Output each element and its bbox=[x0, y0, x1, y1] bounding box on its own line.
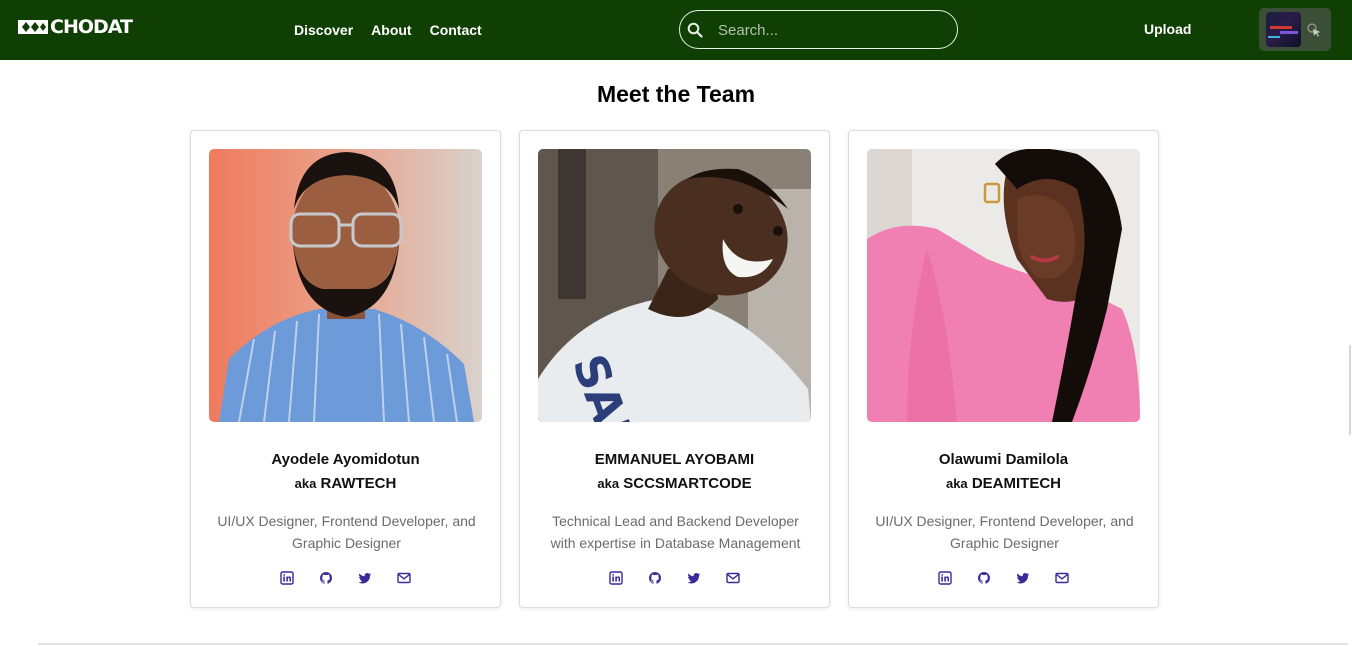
handle-text: SCCSMARTCODE bbox=[623, 475, 752, 492]
team-member-name: EMMANUEL AYOBAMI bbox=[594, 451, 755, 468]
email-icon[interactable] bbox=[1055, 571, 1069, 585]
aka-prefix: aka bbox=[945, 476, 968, 491]
team-member-photo bbox=[867, 149, 1140, 422]
team-member-name: Olawumi Damilola bbox=[938, 451, 1069, 468]
team-member-photo: SAB bbox=[538, 149, 811, 422]
logo-mark-icon bbox=[18, 20, 48, 34]
linkedin-icon[interactable] bbox=[280, 571, 294, 585]
team-member-role: UI/UX Designer, Frontend Developer, and … bbox=[875, 513, 1134, 551]
team-card: Ayodele Ayomidotun aka RAWTECH UI/UX Des… bbox=[190, 130, 501, 608]
brand-logo[interactable]: CHODAT bbox=[18, 14, 133, 40]
top-navbar: CHODAT Discover About Contact Upload bbox=[0, 0, 1352, 60]
team-member-name: Ayodele Ayomidotun bbox=[271, 451, 420, 468]
linkedin-icon[interactable] bbox=[938, 571, 952, 585]
search-bar bbox=[679, 10, 958, 49]
nav-link-about[interactable]: About bbox=[371, 21, 411, 39]
social-links bbox=[191, 571, 500, 585]
aka-prefix: aka bbox=[294, 476, 317, 491]
nav-link-contact[interactable]: Contact bbox=[430, 21, 482, 39]
search-input[interactable] bbox=[718, 18, 943, 42]
email-icon[interactable] bbox=[726, 571, 740, 585]
user-menu[interactable] bbox=[1259, 8, 1331, 51]
cursor-icon bbox=[1307, 23, 1321, 37]
nav-links: Discover About Contact bbox=[294, 21, 500, 39]
github-icon[interactable] bbox=[648, 571, 662, 585]
twitter-icon[interactable] bbox=[687, 571, 701, 585]
team-member-role: Technical Lead and Backend Developer wit… bbox=[550, 513, 801, 551]
aka-prefix: aka bbox=[597, 476, 620, 491]
scrollbar[interactable] bbox=[1349, 345, 1351, 435]
team-member-handle: aka DEAMITECH bbox=[849, 475, 1158, 493]
team-card: Olawumi Damilola aka DEAMITECH UI/UX Des… bbox=[848, 130, 1159, 608]
email-icon[interactable] bbox=[397, 571, 411, 585]
linkedin-icon[interactable] bbox=[609, 571, 623, 585]
logo-text: CHODAT bbox=[50, 16, 133, 38]
handle-text: RAWTECH bbox=[320, 475, 397, 492]
upload-button[interactable]: Upload bbox=[1144, 20, 1191, 38]
github-icon[interactable] bbox=[977, 571, 991, 585]
twitter-icon[interactable] bbox=[1016, 571, 1030, 585]
twitter-icon[interactable] bbox=[358, 571, 372, 585]
github-icon[interactable] bbox=[319, 571, 333, 585]
team-card: SAB EMMANUEL AYOBAMI aka SCCSMARTCODE Te… bbox=[519, 130, 830, 608]
social-links bbox=[520, 571, 829, 585]
search-icon[interactable] bbox=[687, 22, 703, 38]
nav-link-discover[interactable]: Discover bbox=[294, 21, 353, 39]
page-title: Meet the Team bbox=[596, 81, 756, 107]
social-links bbox=[849, 571, 1158, 585]
team-member-photo bbox=[209, 149, 482, 422]
team-member-handle: aka SCCSMARTCODE bbox=[520, 475, 829, 493]
handle-text: DEAMITECH bbox=[971, 475, 1062, 492]
team-member-role: UI/UX Designer, Frontend Developer, and … bbox=[217, 513, 476, 551]
team-member-handle: aka RAWTECH bbox=[191, 475, 500, 493]
section-divider bbox=[38, 643, 1348, 645]
user-avatar[interactable] bbox=[1266, 12, 1301, 47]
